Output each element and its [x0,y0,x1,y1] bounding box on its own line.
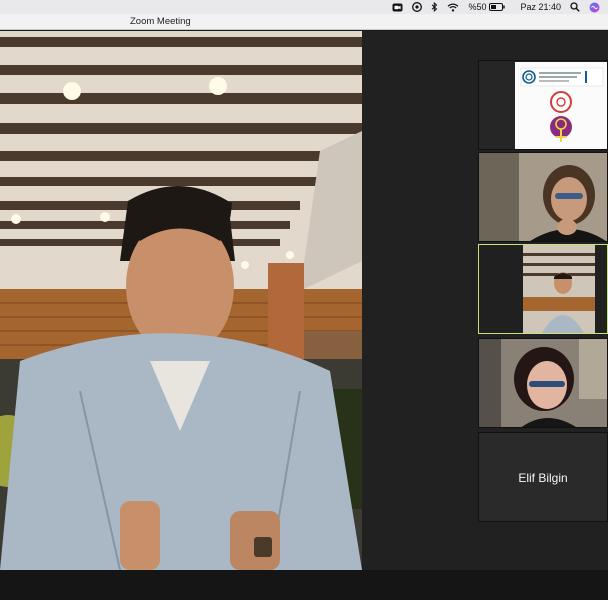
bluetooth-icon[interactable] [431,0,438,14]
participant-tile-logos[interactable] [478,60,608,150]
participant-name: Elif Bilgin [518,471,568,485]
active-speaker-video[interactable] [0,31,362,570]
siri-icon[interactable] [589,0,600,14]
search-icon[interactable] [570,0,580,14]
speaker-video-frame [0,31,362,570]
participant-tile-video[interactable] [478,338,608,428]
participant-tile-name[interactable]: Elif Bilgin [478,432,608,522]
zoom-status-icon[interactable] [392,0,403,14]
participant-video-frame [479,153,607,241]
active-participant-video-frame [479,245,607,333]
participant-video-frame [479,339,607,427]
battery-icon [489,3,506,11]
bottom-bar [0,570,608,600]
ministry-seal-icon [550,91,572,113]
window-title-bar: Zoom Meeting [0,14,608,30]
wifi-icon[interactable] [447,0,459,14]
participant-tile-active[interactable] [478,244,608,334]
battery-status[interactable]: %50 [468,0,506,14]
university-logo-icon [520,67,604,87]
participant-tile-video[interactable] [478,152,608,242]
window-title: Zoom Meeting [130,16,191,27]
battery-percentage: %50 [468,2,487,12]
logo-card [515,62,607,149]
menubar-clock[interactable]: Paz 21:40 [520,0,561,14]
screen-sharing-icon[interactable] [412,0,423,14]
women-symbol-logo-icon [550,116,572,142]
menu-bar: %50 Paz 21:40 [0,0,608,14]
